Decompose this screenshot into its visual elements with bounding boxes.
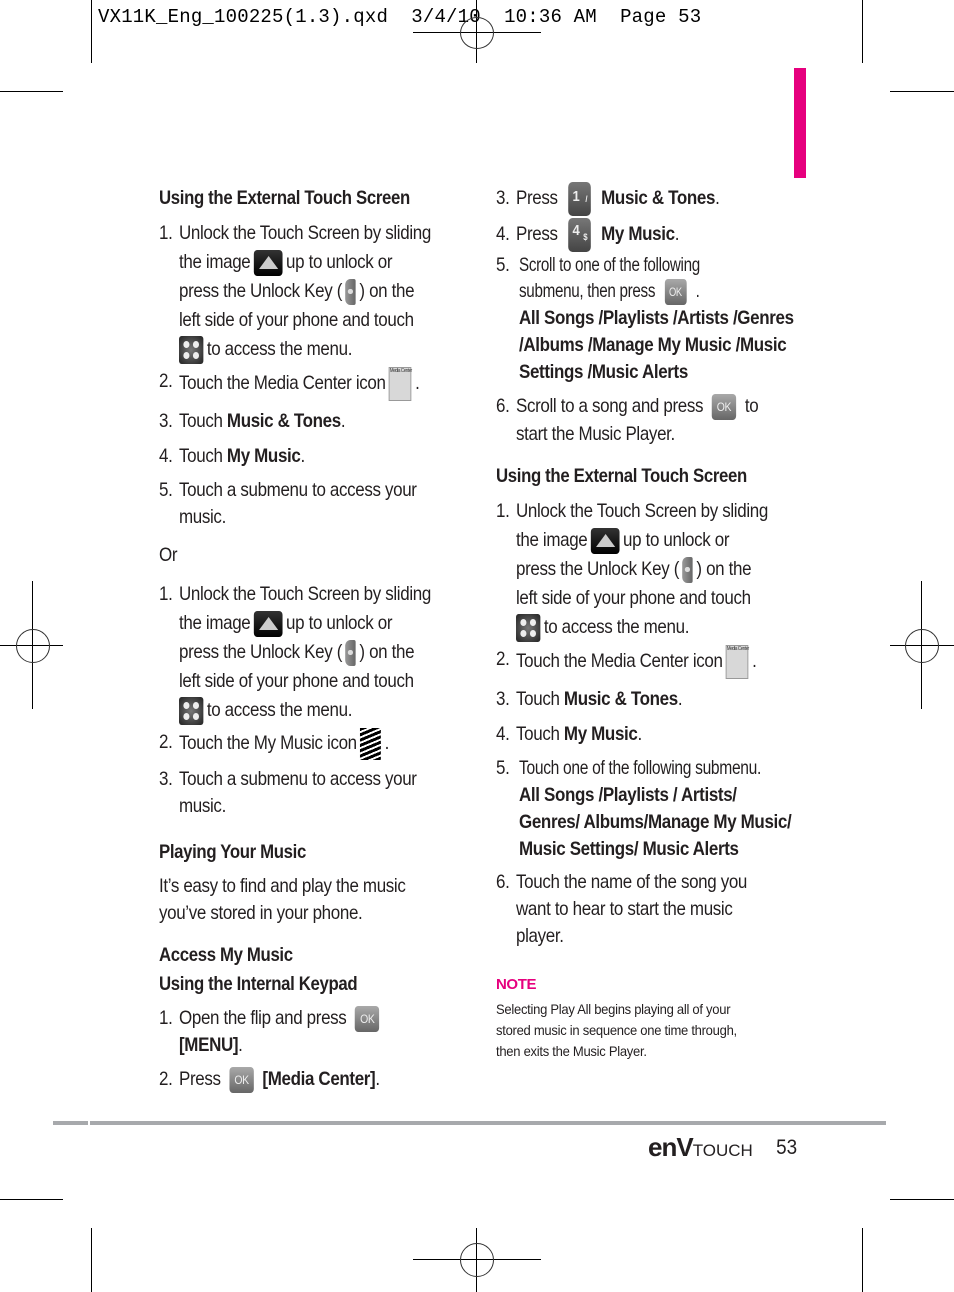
ok-key-icon: OK — [664, 278, 687, 305]
step-1: 1. Open the flip and press OK [MENU]. — [159, 1005, 429, 1059]
crop-mark — [862, 1228, 863, 1292]
step-1: 1. Unlock the Touch Screen by sliding th… — [496, 497, 768, 642]
note-body: Selecting Play All begins playing all of… — [496, 1000, 737, 1059]
unlock-key-icon — [345, 278, 356, 305]
unlock-key-icon — [682, 556, 693, 583]
registration-circle — [460, 17, 494, 49]
step-3: 3. Touch Music & Tones. — [159, 410, 346, 432]
key-1-icon: 1/ — [568, 182, 591, 216]
step-2: 2. Press OK [Media Center]. — [159, 1065, 429, 1094]
step-4: 4. Press 4 $ My Music. — [496, 216, 766, 252]
print-slug: VX11K_Eng_100225(1.3).qxd 3/4/10 10:36 A… — [98, 6, 702, 28]
key-4-icon: 4 $ — [568, 217, 591, 252]
unlock-slider-icon — [590, 527, 620, 554]
brand-logo: enVTOUCH — [648, 1132, 753, 1162]
crop-mark — [91, 1228, 92, 1292]
menu-icon — [516, 613, 541, 642]
unlock-slider-icon — [253, 249, 283, 276]
submenu-list: All Songs /Playlists /Artists /Genres /A… — [519, 306, 794, 383]
section-heading: Playing Your Music — [159, 841, 306, 863]
footer-rule — [53, 1121, 886, 1125]
step-6: 6. Touch the name of the song you want to… — [496, 870, 748, 947]
crop-mark — [862, 0, 863, 63]
ok-key-icon: OK — [355, 1005, 380, 1032]
step-6: 6. Scroll to a song and press OK to start … — [496, 393, 759, 445]
menu-icon — [179, 696, 204, 725]
ok-key-icon: OK — [229, 1066, 254, 1093]
crop-mark — [0, 91, 63, 92]
media-center-icon: Media Center — [389, 367, 412, 401]
section-heading: Using the External Touch Screen — [159, 187, 410, 209]
ok-key-icon: OK — [711, 393, 737, 420]
crop-mark — [0, 1199, 63, 1200]
or-label: Or — [159, 544, 178, 566]
section-heading: Using the External Touch Screen — [496, 464, 747, 487]
step-2: 2. Touch the My Music icon. — [159, 728, 429, 760]
right-column: 3. Press 1/Music & Tones. 4. Press 4 $ My Musi… — [496, 182, 806, 1062]
step-2: 2. Touch the Media Center iconMedia Cente… — [496, 644, 766, 679]
note-title: NOTE — [496, 975, 537, 993]
step-1: 1. Unlock the Touch Screen by sliding th… — [159, 580, 431, 725]
registration-circle — [16, 629, 50, 663]
step-5: 5. Scroll to one of the following submen… — [496, 252, 806, 386]
step-5: 5. Touch one of the following submenu. A… — [496, 755, 806, 863]
registration-circle — [460, 1243, 494, 1277]
step-3: 3. Press 1/Music & Tones. — [496, 182, 766, 216]
step-3: 3. Touch a submenu to access your music. — [159, 768, 417, 817]
footer-rule-gap — [88, 1121, 90, 1125]
unlock-slider-icon — [253, 610, 283, 637]
submenu-list: All Songs /Playlists / Artists/ Genres/ … — [519, 783, 792, 860]
crop-mark — [890, 91, 954, 92]
registration-circle — [905, 629, 939, 663]
step-2: 2. Touch the Media Center iconMedia Cent… — [159, 367, 429, 401]
left-column: Using the External Touch Screen 1. Unloc… — [159, 184, 469, 1094]
page-number: 53 — [776, 1136, 798, 1159]
step-4: 4. Touch My Music. — [159, 445, 305, 467]
step-5: 5. Touch a submenu to access your music. — [159, 479, 417, 528]
step-4: 4. Touch My Music. — [496, 722, 642, 745]
menu-icon — [179, 335, 204, 364]
step-1: 1. Unlock the Touch Screen by sliding th… — [159, 219, 431, 364]
step-3: 3. Touch Music & Tones. — [496, 687, 683, 710]
unlock-key-icon — [345, 639, 356, 666]
section-tab — [794, 68, 806, 178]
my-music-icon — [360, 728, 382, 760]
subsection-heading: Using the Internal Keypad — [159, 973, 358, 995]
intro-paragraph: It’s easy to find and play the music you’… — [159, 875, 406, 924]
section-heading: Access My Music — [159, 944, 293, 966]
crop-mark — [890, 1199, 954, 1200]
media-center-icon: Media Center — [726, 644, 749, 679]
crop-mark — [91, 0, 92, 63]
